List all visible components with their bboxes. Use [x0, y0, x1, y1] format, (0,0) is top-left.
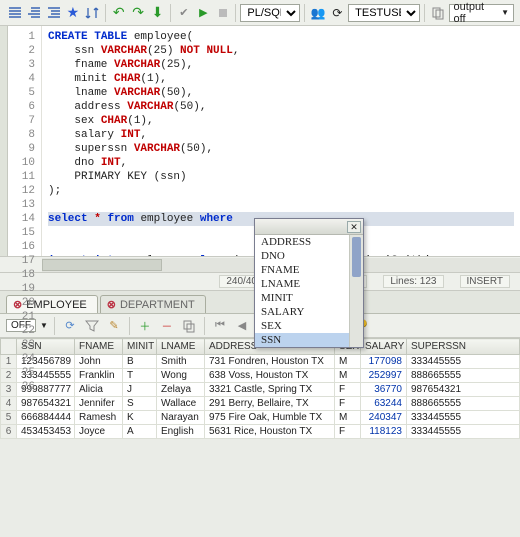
grid-copy-row-icon[interactable] [180, 317, 198, 335]
refresh-schema-icon[interactable]: ⟳ [329, 4, 346, 22]
close-icon[interactable]: ✕ [347, 221, 361, 233]
grid-first-icon[interactable]: ⏮ [211, 317, 229, 335]
tab-label: DEPARTMENT [120, 299, 195, 311]
grid-refresh-icon[interactable]: ⟳ [61, 317, 79, 335]
popup-scrollbar[interactable] [349, 235, 363, 347]
autocomplete-item[interactable]: SSN [255, 333, 363, 347]
line-number-gutter: 1234567891011121314151617181920212223242… [8, 26, 42, 256]
outdent-icon[interactable] [25, 4, 42, 22]
table-row[interactable]: 6 453453453JoyceAEnglish 5631 Rice, Hous… [1, 425, 520, 439]
table-row[interactable]: 3 999887777AliciaJZelaya 3321 Castle, Sp… [1, 383, 520, 397]
language-combo[interactable]: PL/SQL [240, 4, 300, 22]
indent-icon[interactable] [45, 4, 62, 22]
autocomplete-item[interactable]: DNO [255, 249, 363, 263]
autocomplete-item[interactable]: SEX [255, 319, 363, 333]
popup-titlebar: ✕ [255, 219, 363, 235]
result-grid[interactable]: SSNFNAMEMINITLNAMEADDRESSSEXSALARYSUPERS… [0, 338, 520, 439]
autocomplete-item[interactable]: FNAME [255, 263, 363, 277]
schema-combo[interactable]: TESTUSER [348, 4, 420, 22]
list-icon[interactable] [6, 4, 23, 22]
stop-icon[interactable] [214, 4, 231, 22]
sql-editor[interactable]: 1234567891011121314151617181920212223242… [0, 26, 520, 256]
main-toolbar: ★ ↶ ↷ ⬇ ✔ ▶ PL/SQL 👥 ⟳ TESTUSER output o… [0, 0, 520, 26]
status-lines: Lines: 123 [383, 275, 443, 288]
close-tab-icon[interactable]: ⊗ [107, 298, 116, 311]
col-header[interactable]: MINIT [123, 339, 157, 355]
editor-gutter [0, 26, 8, 256]
redo-icon[interactable]: ↷ [129, 4, 146, 22]
hscroll-thumb[interactable] [42, 259, 162, 271]
grid-prev-icon[interactable]: ◀ [233, 317, 251, 335]
grid-delete-row-icon[interactable]: － [158, 317, 176, 335]
rownum-cell: 6 [1, 425, 17, 439]
undo-icon[interactable]: ↶ [110, 4, 127, 22]
table-row[interactable]: 5 666884444RameshKNarayan 975 Fire Oak, … [1, 411, 520, 425]
tab-label: EMPLOYEE [26, 299, 87, 311]
autocomplete-item[interactable]: ADDRESS [255, 235, 363, 249]
col-header[interactable]: FNAME [75, 339, 123, 355]
autocomplete-popup[interactable]: ✕ ADDRESSDNOFNAMELNAMEMINITSALARYSEXSSN [254, 218, 364, 348]
output-mode-combo[interactable]: output off▼ [449, 4, 514, 22]
autocomplete-list[interactable]: ADDRESSDNOFNAMELNAMEMINITSALARYSEXSSN [255, 235, 363, 347]
rownum-cell: 4 [1, 397, 17, 411]
sort-icon[interactable] [84, 4, 101, 22]
autocomplete-item[interactable]: SALARY [255, 305, 363, 319]
grid-add-row-icon[interactable]: ＋ [136, 317, 154, 335]
run-icon[interactable]: ▶ [195, 4, 212, 22]
col-header[interactable]: SALARY [361, 339, 407, 355]
table-row[interactable]: 4 987654321JenniferSWallace 291 Berry, B… [1, 397, 520, 411]
check-icon[interactable]: ✔ [175, 4, 192, 22]
autocomplete-item[interactable]: MINIT [255, 291, 363, 305]
users-icon[interactable]: 👥 [309, 4, 326, 22]
col-header[interactable]: SUPERSSN [407, 339, 520, 355]
table-row[interactable]: 2 333445555FranklinTWong 638 Voss, Houst… [1, 369, 520, 383]
down-arrow-icon[interactable]: ⬇ [149, 4, 166, 22]
rownum-cell: 5 [1, 411, 17, 425]
col-header[interactable]: LNAME [157, 339, 205, 355]
grid-filter-icon[interactable] [83, 317, 101, 335]
copy-output-icon[interactable] [429, 4, 446, 22]
grid-edit-icon[interactable]: ✎ [105, 317, 123, 335]
star-icon[interactable]: ★ [64, 4, 81, 22]
status-mode: INSERT [460, 275, 511, 288]
autocomplete-item[interactable]: LNAME [255, 277, 363, 291]
popup-scroll-thumb[interactable] [352, 237, 361, 277]
table-row[interactable]: 1 123456789JohnBSmith 731 Fondren, Houst… [1, 355, 520, 369]
result-tab[interactable]: ⊗ DEPARTMENT [100, 295, 206, 313]
